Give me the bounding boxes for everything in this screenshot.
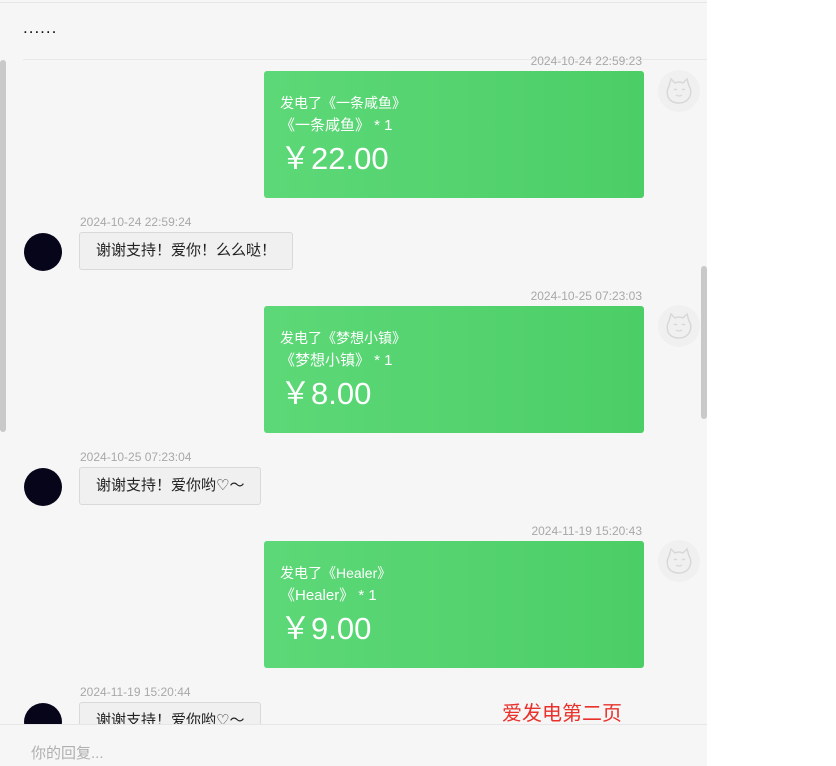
composer (0, 724, 707, 766)
donation-card: 发电了《一条咸鱼》 《一条咸鱼》 * 1 ￥22.00 (264, 71, 644, 198)
reply-input[interactable]: 你的回复... (31, 742, 104, 763)
reply-bubble: 谢谢支持！爱你哟♡～ (79, 467, 262, 505)
donation-amount: ￥8.00 (280, 376, 372, 411)
donation-title: 发电了《一条咸鱼》 (280, 95, 406, 111)
donation-item: 《一条咸鱼》 * 1 (280, 117, 393, 134)
scrollbar-left[interactable] (0, 60, 6, 432)
donation-title: 发电了《Healer》 (280, 565, 392, 581)
chat-panel: ...... 2024-10-24 22:59:23 发电了《一条咸鱼》 《一条… (0, 0, 707, 766)
avatar[interactable] (24, 468, 62, 506)
donation-item: 《Healer》 * 1 (280, 587, 377, 604)
avatar[interactable] (24, 233, 62, 271)
reply-timestamp: 2024-11-19 15:20:44 (80, 685, 191, 699)
donation-amount: ￥22.00 (280, 141, 389, 176)
more-indicator[interactable]: ...... (23, 18, 57, 38)
reply-timestamp: 2024-10-25 07:23:04 (80, 450, 192, 464)
donation-amount: ￥9.00 (280, 611, 372, 646)
top-divider (0, 2, 707, 3)
message-timestamp: 2024-10-25 07:23:03 (530, 289, 642, 303)
message-timestamp: 2024-10-24 22:59:23 (530, 54, 642, 68)
scrollbar-right[interactable] (701, 266, 707, 419)
donation-title: 发电了《梦想小镇》 (280, 330, 406, 346)
cat-face-icon (658, 70, 700, 112)
cat-face-icon (658, 305, 700, 347)
reply-bubble: 谢谢支持！爱你！么么哒！ (79, 232, 294, 270)
message-timestamp: 2024-11-19 15:20:43 (531, 524, 642, 538)
reply-timestamp: 2024-10-24 22:59:24 (80, 215, 192, 229)
donation-item: 《梦想小镇》 * 1 (280, 352, 393, 369)
cat-face-icon (658, 540, 700, 582)
page-annotation: 爱发电第二页 (502, 703, 622, 725)
donation-card: 发电了《Healer》 《Healer》 * 1 ￥9.00 (264, 541, 644, 668)
donation-card: 发电了《梦想小镇》 《梦想小镇》 * 1 ￥8.00 (264, 306, 644, 433)
